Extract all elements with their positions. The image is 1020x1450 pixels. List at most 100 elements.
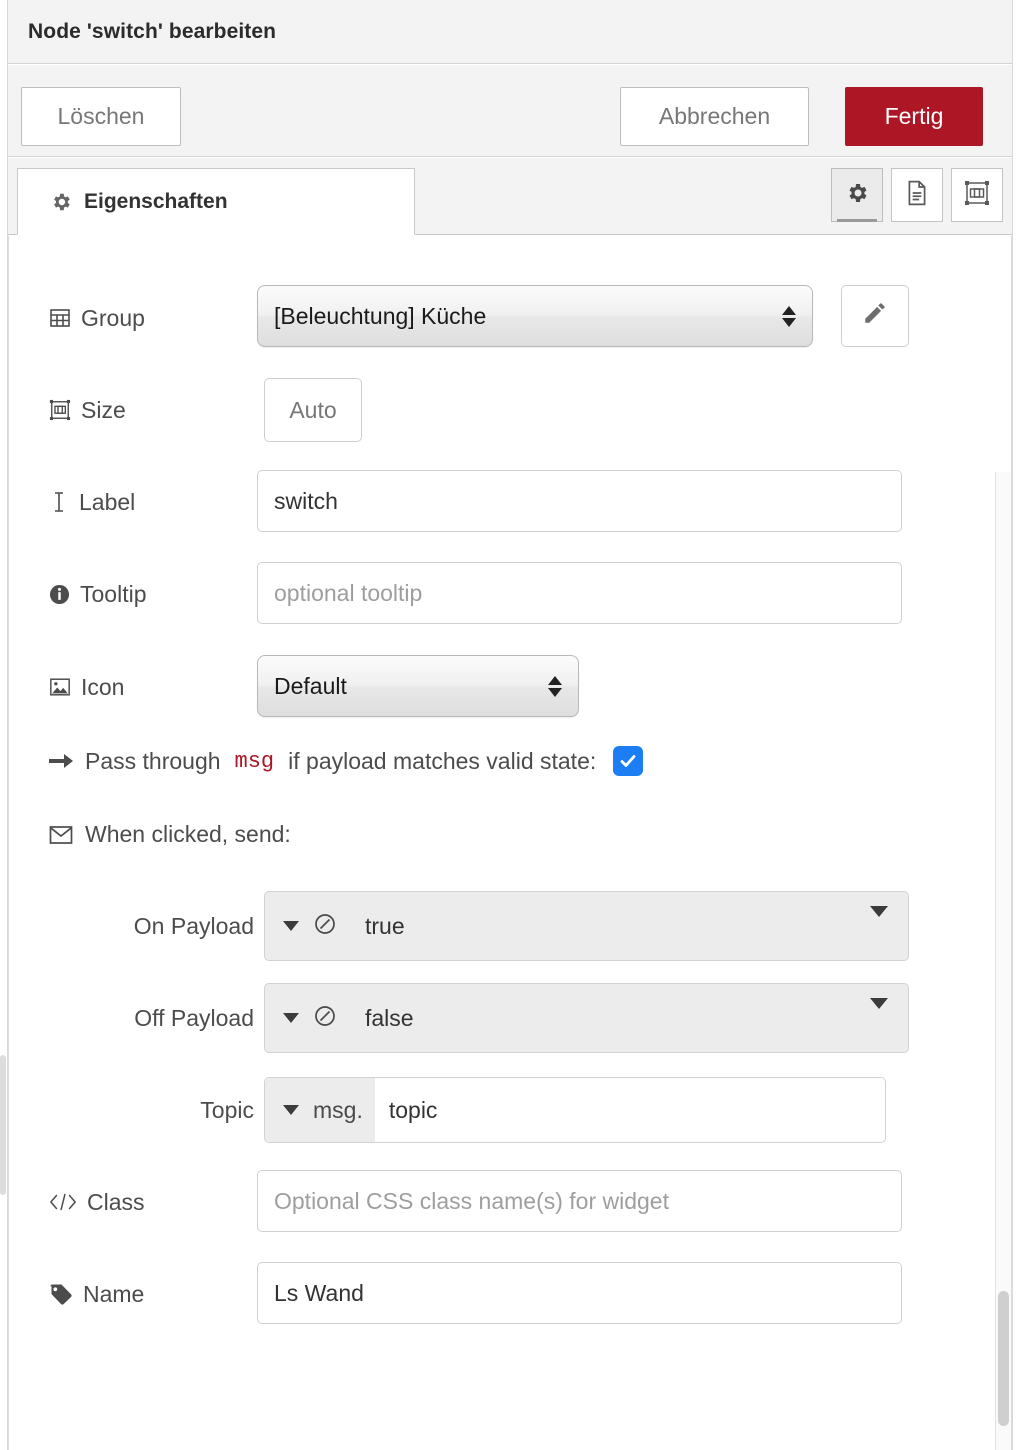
- document-icon: [905, 180, 929, 211]
- dialog-tab-bar: Eigenschaften: [8, 158, 1012, 235]
- gear-icon: [845, 181, 869, 210]
- dialog-title: Node 'switch' bearbeiten: [28, 19, 277, 43]
- boolean-icon: [313, 912, 337, 941]
- tab-label: Eigenschaften: [84, 189, 228, 213]
- window-left-edge: [0, 0, 8, 1450]
- topic-prefix-text: msg.: [313, 1096, 363, 1123]
- pencil-icon: [862, 300, 888, 332]
- tab-icon-button-group: [831, 168, 1003, 222]
- pass-through-text-after: if payload matches valid state:: [288, 747, 597, 774]
- size-auto-button[interactable]: Auto: [264, 378, 362, 442]
- form-row-group: Group [Beleuchtung] Küche: [9, 284, 1011, 352]
- properties-form: Group [Beleuchtung] Küche Size Auto Labe…: [8, 236, 1012, 1450]
- table-icon: [49, 307, 71, 329]
- form-row-icon: Icon Default: [9, 653, 1011, 721]
- edit-group-button[interactable]: [841, 285, 909, 347]
- tooltip-label-text: Tooltip: [80, 580, 147, 607]
- group-label: Group: [49, 305, 254, 332]
- on-payload-label: On Payload: [97, 913, 254, 940]
- group-select-value: [Beleuchtung] Küche: [274, 302, 487, 329]
- off-payload-value: false: [365, 1004, 414, 1031]
- pass-through-text-before: Pass through: [85, 747, 221, 774]
- form-scrollbar-thumb[interactable]: [998, 1291, 1009, 1426]
- envelope-icon: [49, 825, 73, 845]
- name-label: Name: [49, 1281, 254, 1308]
- topic-input[interactable]: [374, 1078, 885, 1142]
- when-clicked-row: When clicked, send:: [49, 821, 291, 848]
- chevron-down-icon: [283, 1105, 299, 1115]
- group-select[interactable]: [Beleuchtung] Küche: [257, 285, 813, 347]
- dialog-button-bar: Löschen Abbrechen Fertig: [8, 65, 1012, 157]
- form-row-on-payload: On Payload true: [9, 891, 1011, 961]
- done-button[interactable]: Fertig: [845, 87, 983, 146]
- form-row-label: Label: [9, 468, 1011, 536]
- label-field-label: Label: [49, 489, 254, 516]
- topic-label: Topic: [97, 1097, 254, 1124]
- image-icon: [49, 677, 71, 697]
- icon-field-label: Icon: [49, 674, 254, 701]
- pass-through-row: Pass through msg if payload matches vali…: [49, 746, 644, 776]
- off-payload-typed-input[interactable]: false: [264, 983, 909, 1053]
- form-row-off-payload: Off Payload false: [9, 983, 1011, 1053]
- on-payload-label-text: On Payload: [133, 912, 254, 939]
- appearance-icon: [964, 180, 990, 211]
- off-payload-label: Off Payload: [97, 1005, 254, 1032]
- select-arrows-icon: [548, 675, 562, 697]
- class-label: Class: [49, 1189, 254, 1216]
- form-row-topic: Topic msg.: [9, 1077, 1011, 1143]
- boolean-icon: [313, 1004, 337, 1033]
- properties-tab-button[interactable]: [831, 168, 883, 222]
- topic-type-selector[interactable]: msg.: [265, 1078, 375, 1142]
- off-payload-type-selector[interactable]: [265, 1004, 351, 1033]
- tooltip-input[interactable]: [257, 562, 902, 624]
- form-scrollbar-track[interactable]: [995, 472, 1011, 1450]
- on-payload-value: true: [365, 912, 405, 939]
- form-row-name: Name: [9, 1260, 1011, 1328]
- gear-icon: [50, 191, 72, 213]
- tag-icon: [49, 1283, 73, 1305]
- size-label: Size: [49, 397, 254, 424]
- on-payload-expand-icon[interactable]: [870, 906, 888, 935]
- off-payload-label-text: Off Payload: [134, 1004, 254, 1031]
- topic-label-text: Topic: [200, 1096, 254, 1123]
- label-input[interactable]: [257, 470, 902, 532]
- tab-eigenschaften[interactable]: Eigenschaften: [17, 168, 415, 235]
- resize-icon: [49, 399, 71, 421]
- window-right-edge: [1012, 0, 1020, 1450]
- chevron-down-icon: [283, 921, 299, 931]
- cancel-button[interactable]: Abbrechen: [620, 87, 809, 146]
- outer-scrollbar-thumb[interactable]: [0, 1055, 6, 1195]
- chevron-down-icon: [283, 1013, 299, 1023]
- description-tab-button[interactable]: [891, 168, 943, 222]
- arrow-right-icon: [49, 751, 73, 771]
- dialog-titlebar: Node 'switch' bearbeiten: [8, 0, 1012, 64]
- class-label-text: Class: [87, 1188, 145, 1215]
- appearance-tab-button[interactable]: [951, 168, 1003, 222]
- label-field-text: Label: [79, 488, 136, 515]
- form-row-tooltip: Tooltip: [9, 560, 1011, 628]
- icon-select-value: Default: [274, 672, 347, 699]
- name-input[interactable]: [257, 1262, 902, 1324]
- name-label-text: Name: [83, 1280, 145, 1307]
- size-label-text: Size: [81, 396, 126, 423]
- form-row-size: Size Auto: [9, 376, 1011, 444]
- group-label-text: Group: [81, 304, 145, 331]
- delete-button[interactable]: Löschen: [21, 87, 181, 146]
- icon-field-text: Icon: [81, 673, 125, 700]
- select-arrows-icon: [782, 305, 796, 327]
- code-icon: [49, 1192, 77, 1212]
- on-payload-typed-input[interactable]: true: [264, 891, 909, 961]
- msg-token: msg: [234, 748, 275, 774]
- info-circle-icon: [49, 584, 70, 605]
- topic-typed-input[interactable]: msg.: [264, 1077, 886, 1143]
- on-payload-type-selector[interactable]: [265, 912, 351, 941]
- node-edit-dialog: Node 'switch' bearbeiten Löschen Abbrech…: [0, 0, 1020, 1450]
- pass-through-checkbox[interactable]: [613, 746, 644, 776]
- tooltip-label: Tooltip: [49, 581, 254, 608]
- off-payload-expand-icon[interactable]: [870, 998, 888, 1027]
- text-cursor-icon: [49, 491, 69, 513]
- when-clicked-text: When clicked, send:: [85, 821, 291, 847]
- class-input[interactable]: [257, 1170, 902, 1232]
- form-row-class: Class: [9, 1168, 1011, 1236]
- icon-select[interactable]: Default: [257, 655, 579, 717]
